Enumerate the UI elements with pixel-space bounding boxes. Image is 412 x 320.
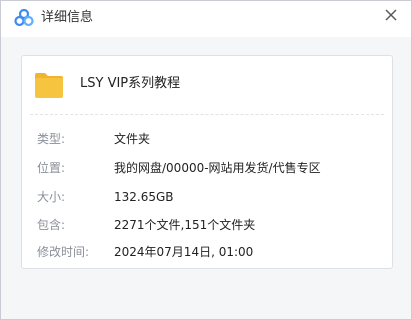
details-card: LSY VIP系列教程 类型: 文件夹 位置: 我的网盘/00000-网站用发货… xyxy=(21,55,393,269)
title-bar[interactable]: 详细信息 xyxy=(1,1,411,37)
size-label: 大小: xyxy=(37,190,66,204)
detail-row-type: 类型: 文件夹 xyxy=(22,130,392,148)
contains-label: 包含: xyxy=(37,218,66,232)
detail-row-location: 位置: 我的网盘/00000-网站用发货/代售专区 xyxy=(22,159,392,177)
detail-row-size: 大小: 132.65GB xyxy=(22,188,392,206)
close-icon[interactable] xyxy=(381,5,401,25)
divider xyxy=(30,114,384,115)
modified-label: 修改时间: xyxy=(37,245,90,259)
modified-value: 2024年07月14日, 01:00 xyxy=(114,245,254,259)
detail-row-contains: 包含: 2271个文件,151个文件夹 xyxy=(22,216,392,234)
details-dialog: 详细信息 LSY VIP系列教程 类型: 文件夹 位置: 我的网盘/00000-… xyxy=(0,0,412,320)
cloud-drive-logo-icon xyxy=(14,8,34,27)
location-label: 位置: xyxy=(37,161,66,175)
type-label: 类型: xyxy=(37,132,66,146)
location-value: 我的网盘/00000-网站用发货/代售专区 xyxy=(114,161,321,175)
contains-value: 2271个文件,151个文件夹 xyxy=(114,218,256,232)
detail-row-modified: 修改时间: 2024年07月14日, 01:00 xyxy=(22,243,392,261)
size-value: 132.65GB xyxy=(114,190,174,204)
folder-icon xyxy=(35,73,63,98)
type-value: 文件夹 xyxy=(114,132,151,146)
file-name: LSY VIP系列教程 xyxy=(80,76,181,91)
dialog-title: 详细信息 xyxy=(41,10,94,25)
